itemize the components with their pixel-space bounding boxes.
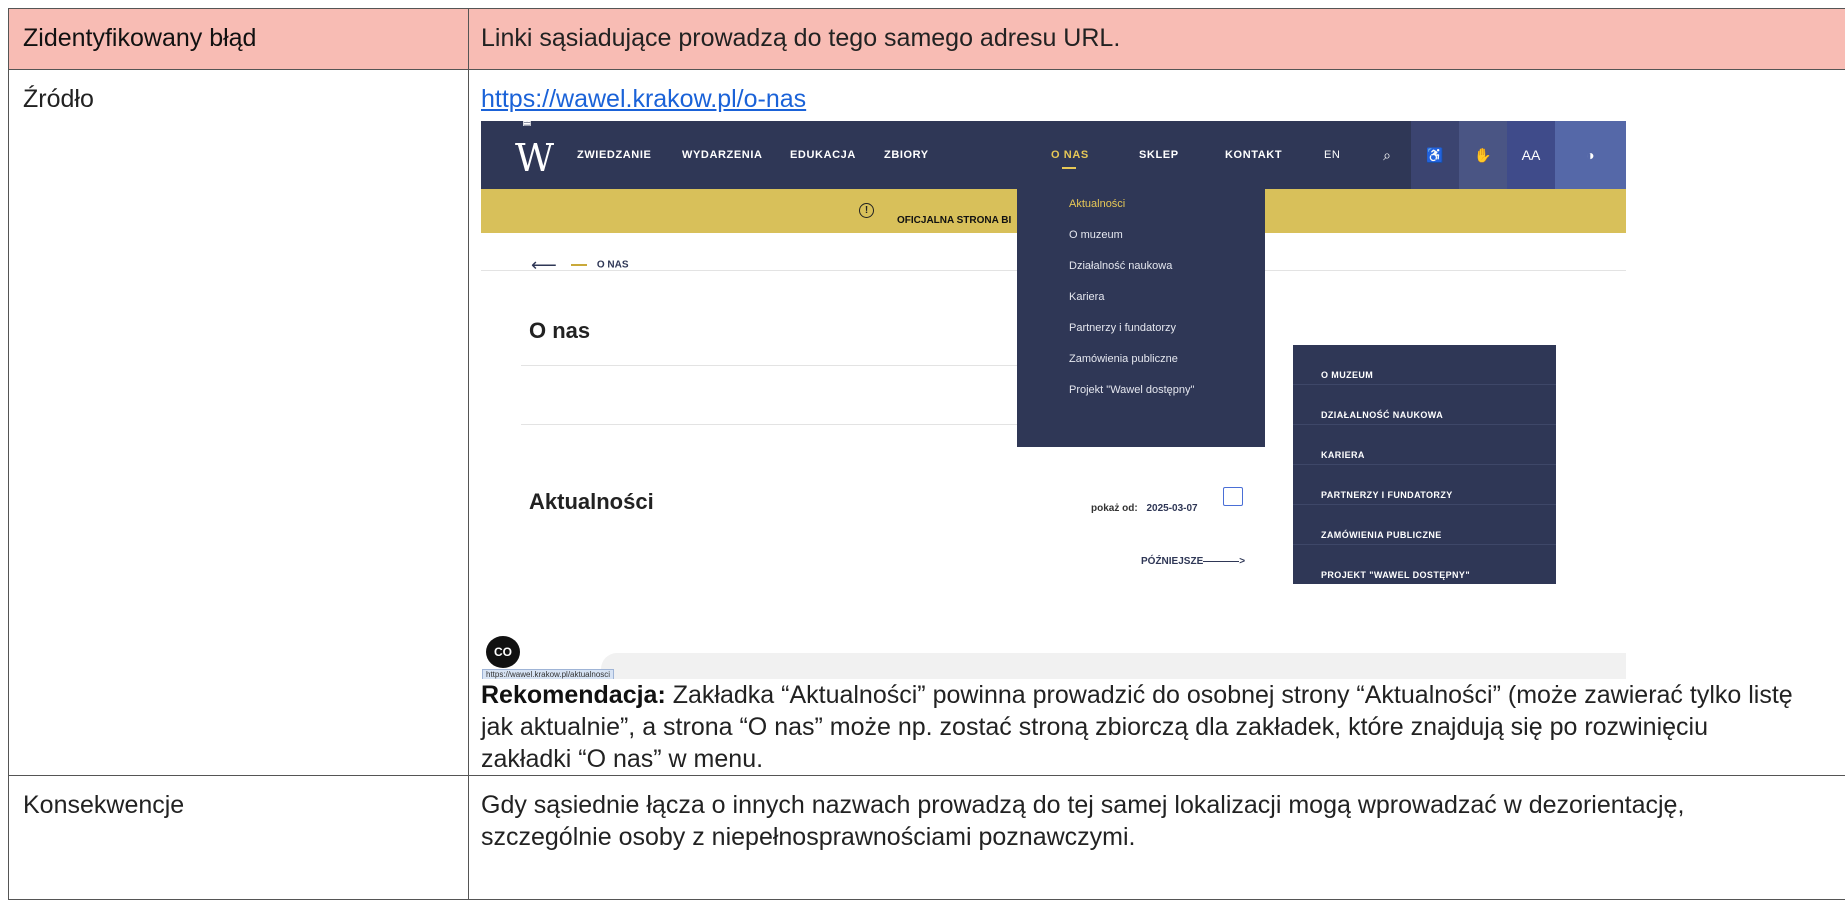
dropdown-item-wawel-dostepny[interactable]: Projekt "Wawel dostępny" bbox=[1069, 383, 1194, 397]
news-heading: Aktualności bbox=[529, 486, 654, 518]
nav-item-zbiory[interactable]: ZBIORY bbox=[884, 148, 929, 162]
banner-text: OFICJALNA STRONA BI bbox=[897, 205, 1011, 237]
submenu-item[interactable]: PROJEKT "WAWEL DOSTĘPNY" bbox=[1293, 545, 1556, 585]
sign-language-icon[interactable]: ✋ bbox=[1459, 121, 1507, 189]
consequences-label: Konsekwencje bbox=[9, 776, 469, 900]
dropdown-item-o-muzeum[interactable]: O muzeum bbox=[1069, 228, 1123, 242]
calendar-icon[interactable] bbox=[1223, 487, 1243, 506]
breadcrumb: ⟵ O NAS bbox=[531, 249, 628, 282]
nav-item-zwiedzanie[interactable]: ZWIEDZANIE bbox=[577, 148, 651, 162]
cc-button[interactable]: CO bbox=[486, 636, 520, 668]
wawel-logo-icon: ♛W bbox=[515, 127, 545, 181]
source-row: Źródło https://wawel.krakow.pl/o-nas ♛W … bbox=[9, 70, 1845, 776]
header-label: Zidentyfikowany błąd bbox=[9, 9, 469, 70]
recommendation-label: Rekomendacja: bbox=[481, 681, 666, 709]
submenu-item[interactable]: PARTNERZY I FUNDATORZY bbox=[1293, 465, 1556, 505]
o-nas-submenu: O MUZEUM DZIAŁALNOŚĆ NAUKOWA KARIERA PAR… bbox=[1293, 345, 1556, 584]
later-link[interactable]: PÓŹNIEJSZE> bbox=[1141, 546, 1245, 578]
recommendation-line-3: zakładki “O nas” w menu. bbox=[481, 745, 763, 773]
page-title: O nas bbox=[529, 315, 590, 347]
consequences-line-1: Gdy sąsiednie łącza o innych nazwach pro… bbox=[481, 791, 1684, 819]
search-icon[interactable]: ⌕ bbox=[1363, 121, 1411, 189]
nav-item-o-nas[interactable]: O NAS bbox=[1051, 148, 1089, 162]
dropdown-item-partnerzy[interactable]: Partnerzy i fundatorzy bbox=[1069, 321, 1176, 335]
breadcrumb-current: O NAS bbox=[597, 260, 629, 271]
arrow-right-icon bbox=[1203, 561, 1239, 563]
recommendation: Rekomendacja: Zakładka “Aktualności” pow… bbox=[481, 679, 1845, 775]
recommendation-line-2: jak aktualnie”, a strona “O nas” może np… bbox=[481, 713, 1708, 741]
active-indicator bbox=[1062, 167, 1076, 169]
contrast-icon[interactable]: ◑ bbox=[1555, 121, 1626, 189]
date-filter-label: pokaż od: bbox=[1091, 503, 1138, 514]
submenu-item[interactable]: O MUZEUM bbox=[1293, 345, 1556, 385]
nav-item-kontakt[interactable]: KONTAKT bbox=[1225, 148, 1282, 162]
consequences-line-2: szczególnie osoby z niepełnosprawnościam… bbox=[481, 823, 1135, 851]
header-value: Linki sąsiadujące prowadzą do tego sameg… bbox=[469, 9, 1845, 70]
warning-icon: ! bbox=[859, 203, 874, 218]
dropdown-item-kariera[interactable]: Kariera bbox=[1069, 290, 1104, 304]
date-filter-value[interactable]: 2025-03-07 bbox=[1146, 503, 1197, 514]
site-nav-bar: ♛W ZWIEDZANIE WYDARZENIA EDUKACJA ZBIORY… bbox=[481, 121, 1626, 189]
consequences-text: Gdy sąsiednie łącza o innych nazwach pro… bbox=[469, 776, 1845, 900]
nav-item-sklep[interactable]: SKLEP bbox=[1139, 148, 1179, 162]
nav-item-edukacja[interactable]: EDUKACJA bbox=[790, 148, 856, 162]
later-label: PÓŹNIEJSZE bbox=[1141, 556, 1203, 567]
date-filter: pokaż od: 2025-03-07 bbox=[1091, 493, 1198, 525]
submenu-item[interactable]: KARIERA bbox=[1293, 425, 1556, 465]
accessibility-icon[interactable]: ♿ bbox=[1411, 121, 1459, 189]
embedded-screenshot: ♛W ZWIEDZANIE WYDARZENIA EDUKACJA ZBIORY… bbox=[481, 121, 1626, 679]
dropdown-item-aktualnosci[interactable]: Aktualności bbox=[1069, 197, 1125, 211]
header-row: Zidentyfikowany błąd Linki sąsiadujące p… bbox=[9, 9, 1845, 70]
source-label: Źródło bbox=[9, 70, 469, 776]
o-nas-dropdown: Aktualności O muzeum Działalność naukowa… bbox=[1017, 189, 1265, 447]
submenu-item[interactable]: DZIAŁALNOŚĆ NAUKOWA bbox=[1293, 385, 1556, 425]
recommendation-line-1: Zakładka “Aktualności” powinna prowadzić… bbox=[666, 681, 1793, 709]
source-link[interactable]: https://wawel.krakow.pl/o-nas bbox=[481, 85, 806, 113]
content-strip bbox=[601, 653, 1626, 679]
font-size-icon[interactable]: AA bbox=[1507, 121, 1555, 189]
consequences-row: Konsekwencje Gdy sąsiednie łącza o innyc… bbox=[9, 776, 1845, 900]
back-arrow-icon[interactable]: ⟵ bbox=[531, 255, 557, 275]
findings-table: Zidentyfikowany błąd Linki sąsiadujące p… bbox=[8, 8, 1845, 900]
status-bar-url: https://wawel.krakow.pl/aktualnosci bbox=[482, 669, 614, 679]
dropdown-item-dzialalnosc[interactable]: Działalność naukowa bbox=[1069, 259, 1172, 273]
source-cell: https://wawel.krakow.pl/o-nas ♛W ZWIEDZA… bbox=[469, 70, 1845, 776]
breadcrumb-dash bbox=[571, 264, 587, 266]
dropdown-item-zamowienia[interactable]: Zamówienia publiczne bbox=[1069, 352, 1178, 366]
lang-switch[interactable]: EN bbox=[1324, 148, 1340, 162]
nav-item-wydarzenia[interactable]: WYDARZENIA bbox=[682, 148, 763, 162]
submenu-item[interactable]: ZAMÓWIENIA PUBLICZNE bbox=[1293, 505, 1556, 545]
